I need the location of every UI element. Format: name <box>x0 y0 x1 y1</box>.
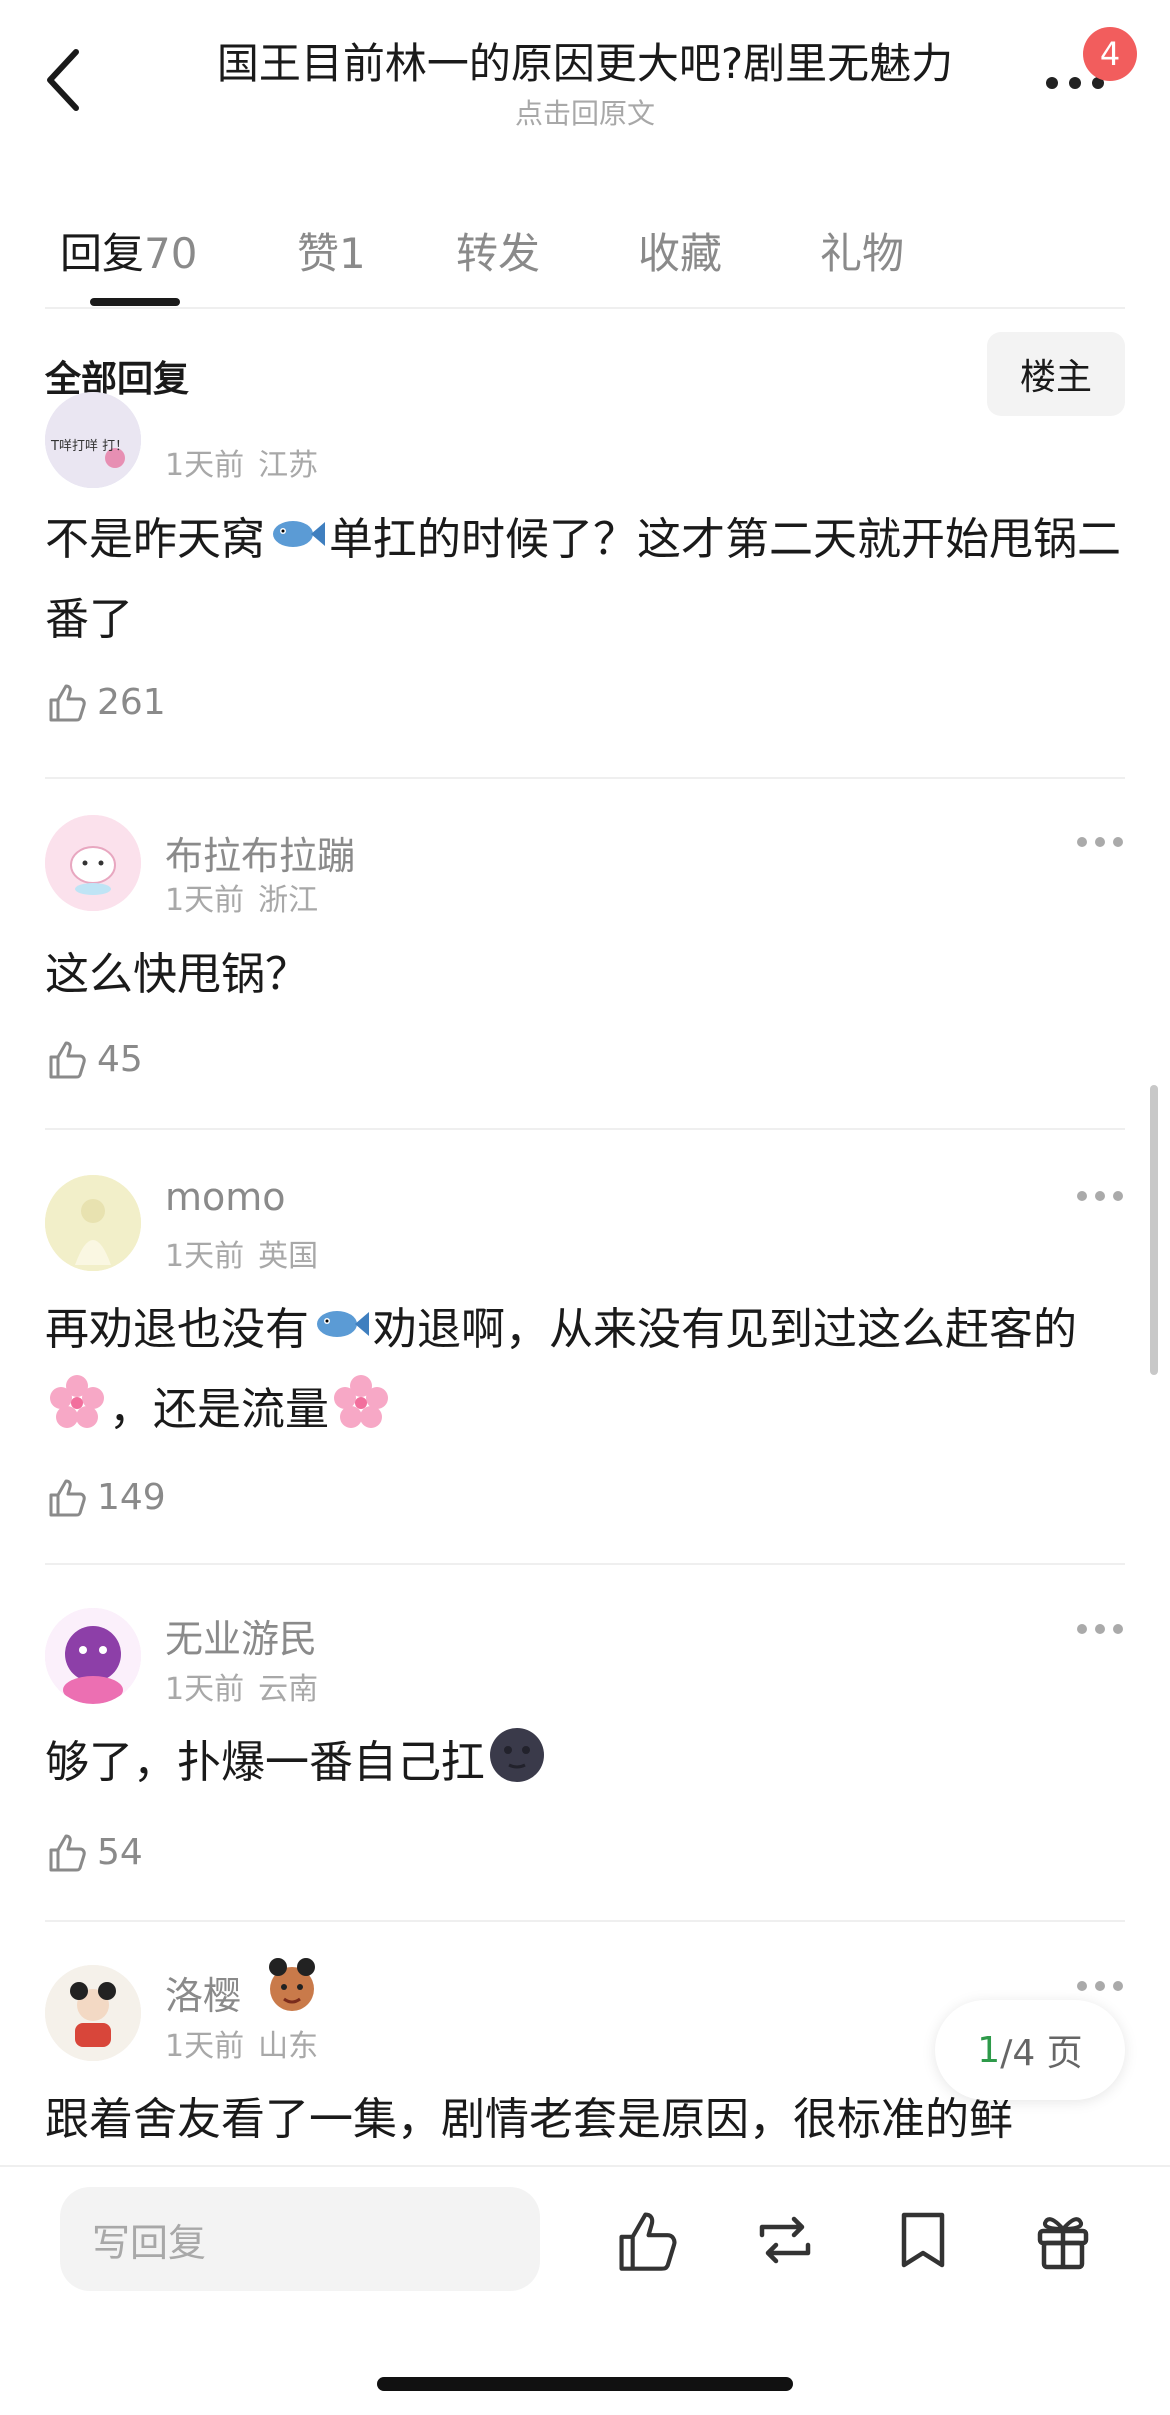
comment-username[interactable]: momo <box>165 1175 286 1219</box>
comment-username[interactable]: 无业游民 <box>165 1608 317 1663</box>
tab-gifts[interactable]: 礼物 <box>820 220 904 281</box>
repost-icon[interactable] <box>750 2205 820 2275</box>
bottom-action-bar: 写回复 <box>0 2165 1170 2415</box>
like-button[interactable]: 45 <box>45 1037 143 1081</box>
tab-bar: 回复70 赞1 转发 收藏 礼物 <box>0 200 1170 308</box>
thumb-up-icon <box>49 1479 86 1517</box>
cherry-blossom-emoji-icon <box>50 1375 104 1428</box>
avatar[interactable] <box>45 815 141 911</box>
avatar[interactable] <box>45 1608 141 1704</box>
comment-location: 云南 <box>258 1672 319 1707</box>
tab-likes[interactable]: 赞1 <box>297 220 366 281</box>
comment-text: 这么快甩锅？ <box>45 949 309 1000</box>
comment-meta: 1天前 英国 <box>165 1231 332 1275</box>
divider <box>45 307 1125 309</box>
avatar[interactable] <box>45 1965 141 2061</box>
avatar-image <box>45 1965 141 2061</box>
notification-badge: 4 <box>1083 27 1137 81</box>
owner-only-button[interactable]: 楼主 <box>987 332 1125 416</box>
post-title[interactable]: 国王目前林一的原因更大吧?剧里无魅力 <box>170 30 1000 91</box>
scrollbar[interactable] <box>1150 1085 1158 1375</box>
more-icon[interactable] <box>1075 1977 1125 1997</box>
fish-emoji-icon <box>317 1311 369 1337</box>
more-icon[interactable] <box>1075 833 1125 853</box>
new-moon-face-emoji-icon <box>490 1728 544 1782</box>
reply-input[interactable]: 写回复 <box>60 2187 540 2291</box>
divider <box>45 777 1125 779</box>
all-replies-label: 全部回复 <box>45 359 190 400</box>
tab-reposts[interactable]: 转发 <box>456 220 540 281</box>
comment-username[interactable]: 洛樱 <box>165 1965 241 2020</box>
user-badge-icon <box>269 1958 315 2011</box>
comment-location: 山东 <box>258 2029 319 2064</box>
page-indicator[interactable]: 1/4 页 <box>935 2000 1125 2100</box>
fish-emoji-icon <box>273 521 325 547</box>
like-count: 54 <box>97 1831 143 1873</box>
comment-text: 再劝退也没有 劝退啊，从来没有见到过这么赶客的，还是流量 <box>45 1290 1125 1450</box>
more-icon[interactable] <box>1075 1620 1125 1640</box>
comment-meta: 1天前 浙江 <box>165 875 332 919</box>
like-button[interactable]: 261 <box>45 680 166 724</box>
divider <box>45 1920 1125 1922</box>
avatar-image <box>45 1608 141 1704</box>
tab-replies[interactable]: 回复70 <box>60 220 197 281</box>
back-arrow-icon[interactable] <box>40 40 90 120</box>
comment-time: 1天前 <box>165 883 245 918</box>
divider <box>45 1128 1125 1130</box>
active-tab-indicator <box>90 298 180 306</box>
like-button[interactable]: 149 <box>45 1475 166 1519</box>
more-icon[interactable] <box>1075 1187 1125 1207</box>
like-count: 45 <box>97 1038 143 1080</box>
like-count: 261 <box>97 681 166 723</box>
comment-time: 1天前 <box>165 1239 245 1274</box>
gift-icon[interactable] <box>1028 2205 1098 2275</box>
comment-time: 1天前 <box>165 2029 245 2064</box>
like-count: 149 <box>97 1476 166 1518</box>
home-indicator <box>377 2377 793 2391</box>
avatar-image: T咩打咩 打！ <box>45 392 141 488</box>
avatar-image <box>45 1175 141 1271</box>
avatar-image <box>45 815 141 911</box>
comment-meta: 1天前 云南 <box>165 1664 332 1708</box>
avatar-text: T咩打咩 打！ <box>50 439 128 454</box>
thumb-up-icon <box>49 1041 86 1079</box>
current-page: 1 <box>977 2029 1001 2071</box>
thumb-up-icon[interactable] <box>612 2205 682 2275</box>
back-to-original-link[interactable]: 点击回原文 <box>170 92 1000 132</box>
divider <box>45 1563 1125 1565</box>
comment-time: 1天前 <box>165 1672 245 1707</box>
comment-text: 够了，扑爆一番自己扛 <box>45 1723 1125 1803</box>
comment-location: 英国 <box>258 1239 319 1274</box>
tab-replies-count: 70 <box>144 229 198 278</box>
comment-time: 1天前 <box>165 448 245 483</box>
avatar[interactable]: T咩打咩 打！ <box>45 392 141 488</box>
avatar[interactable] <box>45 1175 141 1271</box>
total-pages: /4 页 <box>1000 2033 1083 2074</box>
thumb-up-icon <box>49 684 86 722</box>
comment-text: 不是昨天窝 单扛的时候了？这才第二天就开始甩锅二番了 <box>45 500 1125 660</box>
comment-username[interactable]: 布拉布拉蹦 <box>165 825 355 880</box>
comment-meta: 1天前 江苏 <box>165 440 332 484</box>
cherry-blossom-emoji-icon <box>334 1375 388 1428</box>
tab-likes-count: 1 <box>339 229 366 278</box>
tab-favorites[interactable]: 收藏 <box>638 220 722 281</box>
comment-meta: 1天前 山东 <box>165 2021 332 2065</box>
bookmark-icon[interactable] <box>888 2205 958 2275</box>
comment-location: 浙江 <box>258 883 319 918</box>
like-button[interactable]: 54 <box>45 1830 143 1874</box>
comment-location: 江苏 <box>258 448 319 483</box>
thumb-up-icon <box>49 1834 86 1872</box>
header: 国王目前林一的原因更大吧?剧里无魅力 点击回原文 4 <box>0 0 1170 150</box>
